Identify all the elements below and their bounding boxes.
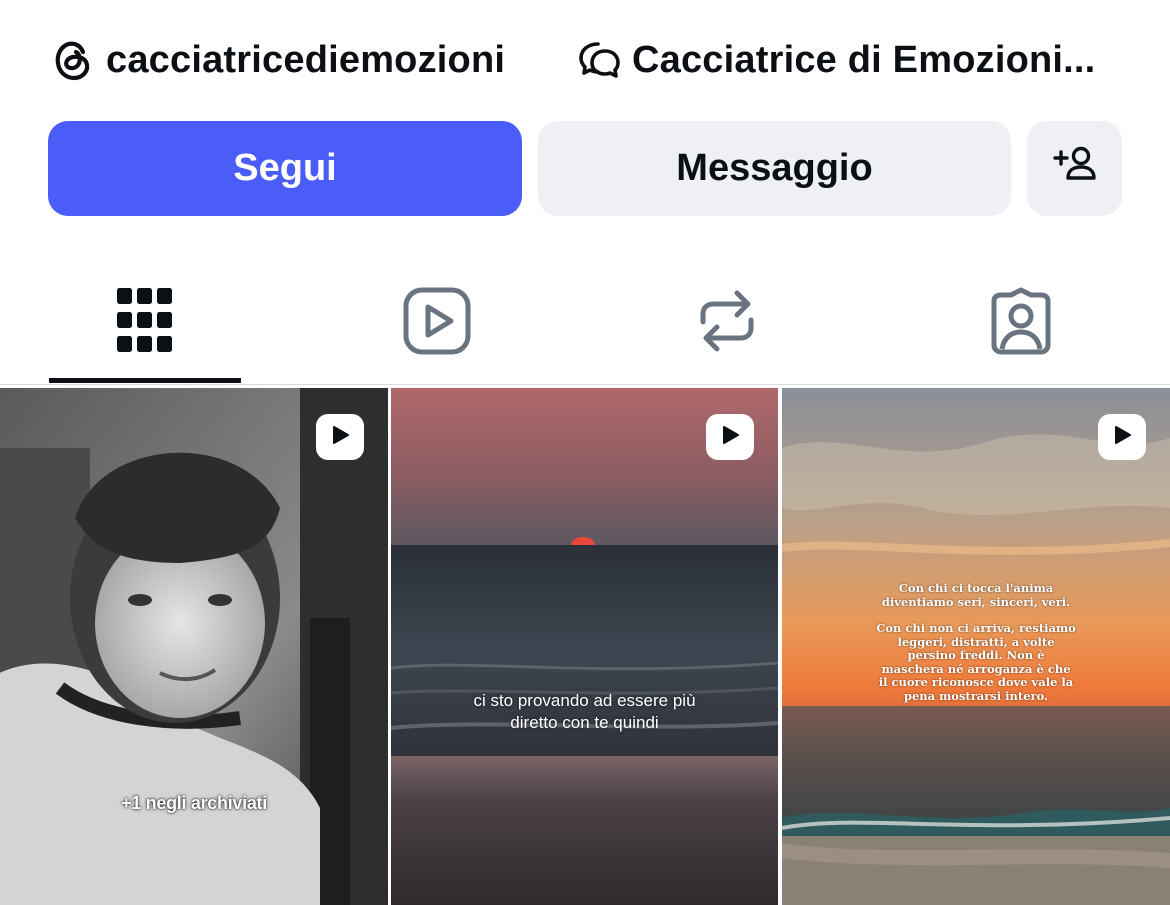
threads-link[interactable]: cacciatricediemozioni <box>50 37 570 83</box>
profile-links-row: cacciatricediemozioni Cacciatrice di Emo… <box>50 34 1150 86</box>
post-thumbnail-image <box>0 388 388 905</box>
message-button[interactable]: Messaggio <box>538 121 1011 216</box>
reel-badge <box>706 414 754 460</box>
play-icon <box>719 424 741 451</box>
post-caption: ci sto provando ad essere più diretto co… <box>391 690 778 734</box>
tab-tagged[interactable] <box>925 268 1117 378</box>
caption-line: persino freddi. Non è <box>907 648 1045 662</box>
follow-button-label: Segui <box>233 147 337 189</box>
caption-line: ci sto provando ad essere più <box>473 691 696 710</box>
add-user-button[interactable] <box>1027 121 1122 216</box>
reels-icon <box>403 287 471 360</box>
caption-line: pena mostrarsi intero. <box>903 688 1049 703</box>
post-caption: +1 negli archiviati <box>121 793 267 813</box>
play-icon <box>1111 424 1133 451</box>
broadcast-channel-icon <box>576 37 622 83</box>
message-button-label: Messaggio <box>676 147 873 189</box>
follow-button[interactable]: Segui <box>48 121 522 216</box>
post-tile[interactable]: +1 negli archiviati <box>0 388 388 905</box>
caption-line: leggeri, distratti, a volte <box>897 634 1055 649</box>
threads-icon <box>50 37 96 83</box>
post-tile[interactable]: Con chi ci tocca l'anima diventiamo seri… <box>782 388 1170 905</box>
reel-badge <box>1098 414 1146 460</box>
caption-line: Con chi ci tocca l'anima <box>898 581 1054 595</box>
tab-reposts[interactable] <box>631 268 823 378</box>
profile-tabs <box>0 268 1170 386</box>
caption-line: il cuore riconosce dove vale la <box>878 675 1074 689</box>
caption-line: Con chi non ci arriva, restiamo <box>876 621 1076 635</box>
threads-handle: cacciatricediemozioni <box>106 38 506 81</box>
post-tile[interactable]: ci sto provando ad essere più diretto co… <box>391 388 778 905</box>
broadcast-channel-link[interactable]: Cacciatrice di Emozioni... <box>576 37 1095 83</box>
repost-icon <box>697 286 757 361</box>
post-thumbnail-image <box>391 388 778 905</box>
caption-line: diretto con te quindi <box>510 713 659 732</box>
reel-badge <box>316 414 364 460</box>
channel-name: Cacciatrice di Emozioni... <box>632 38 1096 81</box>
caption-line: maschera né arroganza è che <box>881 661 1071 676</box>
selected-tab-indicator <box>49 378 241 383</box>
post-caption: Con chi ci tocca l'anima diventiamo seri… <box>782 581 1170 703</box>
add-user-icon <box>1051 144 1099 194</box>
tabs-divider <box>0 384 1170 385</box>
play-icon <box>329 424 351 451</box>
tagged-person-icon <box>988 287 1054 360</box>
caption-line: diventiamo seri, sinceri, veri. <box>881 594 1071 609</box>
tab-reels[interactable] <box>341 268 533 378</box>
grid-icon <box>117 287 173 359</box>
tab-posts-grid[interactable] <box>49 268 241 378</box>
